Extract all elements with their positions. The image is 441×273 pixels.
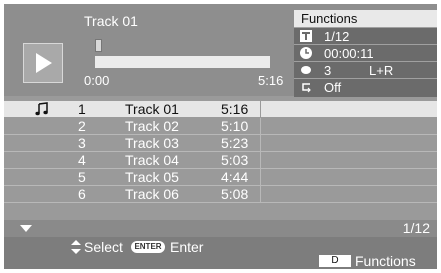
- column-divider: [260, 101, 261, 118]
- track-time: 5:10: [221, 118, 249, 134]
- track-row-6[interactable]: 6 Track 06 5:08: [4, 186, 437, 203]
- audio-channel: L+R: [369, 63, 394, 78]
- repeat-value: Off: [324, 80, 342, 95]
- title-icon: [300, 30, 312, 42]
- enter-button-icon: ENTER: [131, 241, 165, 253]
- functions-hint: Functions: [355, 253, 416, 269]
- track-number: 4: [78, 152, 86, 168]
- track-name: Track 02: [125, 118, 179, 134]
- scroll-down-icon[interactable]: [20, 225, 32, 232]
- track-name: Track 03: [125, 135, 179, 151]
- track-time: 5:08: [221, 186, 249, 202]
- title-value: 1/12: [324, 29, 350, 44]
- track-time: 5:16: [221, 101, 249, 117]
- column-divider: [260, 135, 261, 152]
- track-name: Track 04: [125, 152, 179, 168]
- enter-hint: Enter: [170, 239, 204, 255]
- track-row-3[interactable]: 3 Track 03 5:23: [4, 135, 437, 152]
- track-name: Track 06: [125, 186, 179, 202]
- track-number: 3: [78, 135, 86, 151]
- progress-bar[interactable]: [95, 39, 270, 68]
- track-number: 5: [78, 169, 86, 185]
- track-number: 6: [78, 186, 86, 202]
- help-bar: Select ENTER Enter D Functions: [4, 237, 437, 269]
- track-time: 5:03: [221, 152, 249, 168]
- track-number: 1: [78, 101, 86, 117]
- now-playing-panel: Track 01 0:00 5:16 Functions 1/12 00:00:…: [4, 4, 437, 97]
- clock-icon: [300, 47, 312, 59]
- functions-header: Functions: [294, 10, 437, 27]
- time-start: 0:00: [84, 73, 110, 88]
- repeat-icon: [302, 83, 311, 93]
- play-icon: [36, 53, 52, 73]
- track-row-2[interactable]: 2 Track 02 5:10: [4, 118, 437, 135]
- function-row-time[interactable]: 00:00:11: [294, 44, 437, 61]
- time-end: 5:16: [258, 73, 284, 88]
- track-name: Track 05: [125, 169, 179, 185]
- track-time: 5:23: [221, 135, 249, 151]
- function-row-title[interactable]: 1/12: [294, 27, 437, 44]
- track-row-1[interactable]: 1 Track 01 5:16: [4, 101, 437, 118]
- player-screen: Track 01 0:00 5:16 Functions 1/12 00:00:…: [4, 4, 437, 269]
- audio-value: 3: [324, 63, 332, 78]
- audio-icon: [301, 66, 311, 74]
- track-name: Track 01: [125, 101, 179, 117]
- track-list: 1 Track 01 5:16 2 Track 02 5:10 3 Track …: [4, 101, 437, 203]
- column-divider: [260, 118, 261, 135]
- status-bar: 1/12: [4, 220, 437, 237]
- track-row-5[interactable]: 5 Track 05 4:44: [4, 169, 437, 186]
- track-number: 2: [78, 118, 86, 134]
- progress-knob[interactable]: [95, 39, 102, 52]
- column-divider: [260, 186, 261, 203]
- function-row-repeat[interactable]: Off: [294, 78, 437, 95]
- page-indicator: 1/12: [402, 220, 430, 236]
- now-playing-title: Track 01: [84, 13, 138, 29]
- track-row-4[interactable]: 4 Track 04 5:03: [4, 152, 437, 169]
- up-down-arrows-icon: [71, 240, 81, 254]
- play-button[interactable]: [23, 43, 63, 83]
- function-row-audio[interactable]: 3 L+R: [294, 61, 437, 78]
- column-divider: [260, 169, 261, 186]
- select-hint: Select: [84, 239, 123, 255]
- track-time: 4:44: [221, 169, 249, 185]
- d-button-icon: D: [319, 255, 351, 267]
- functions-panel: Functions 1/12 00:00:11 3 L+R Off: [294, 10, 437, 97]
- music-note-icon: [35, 102, 48, 116]
- column-divider: [260, 152, 261, 169]
- time-value: 00:00:11: [324, 46, 374, 61]
